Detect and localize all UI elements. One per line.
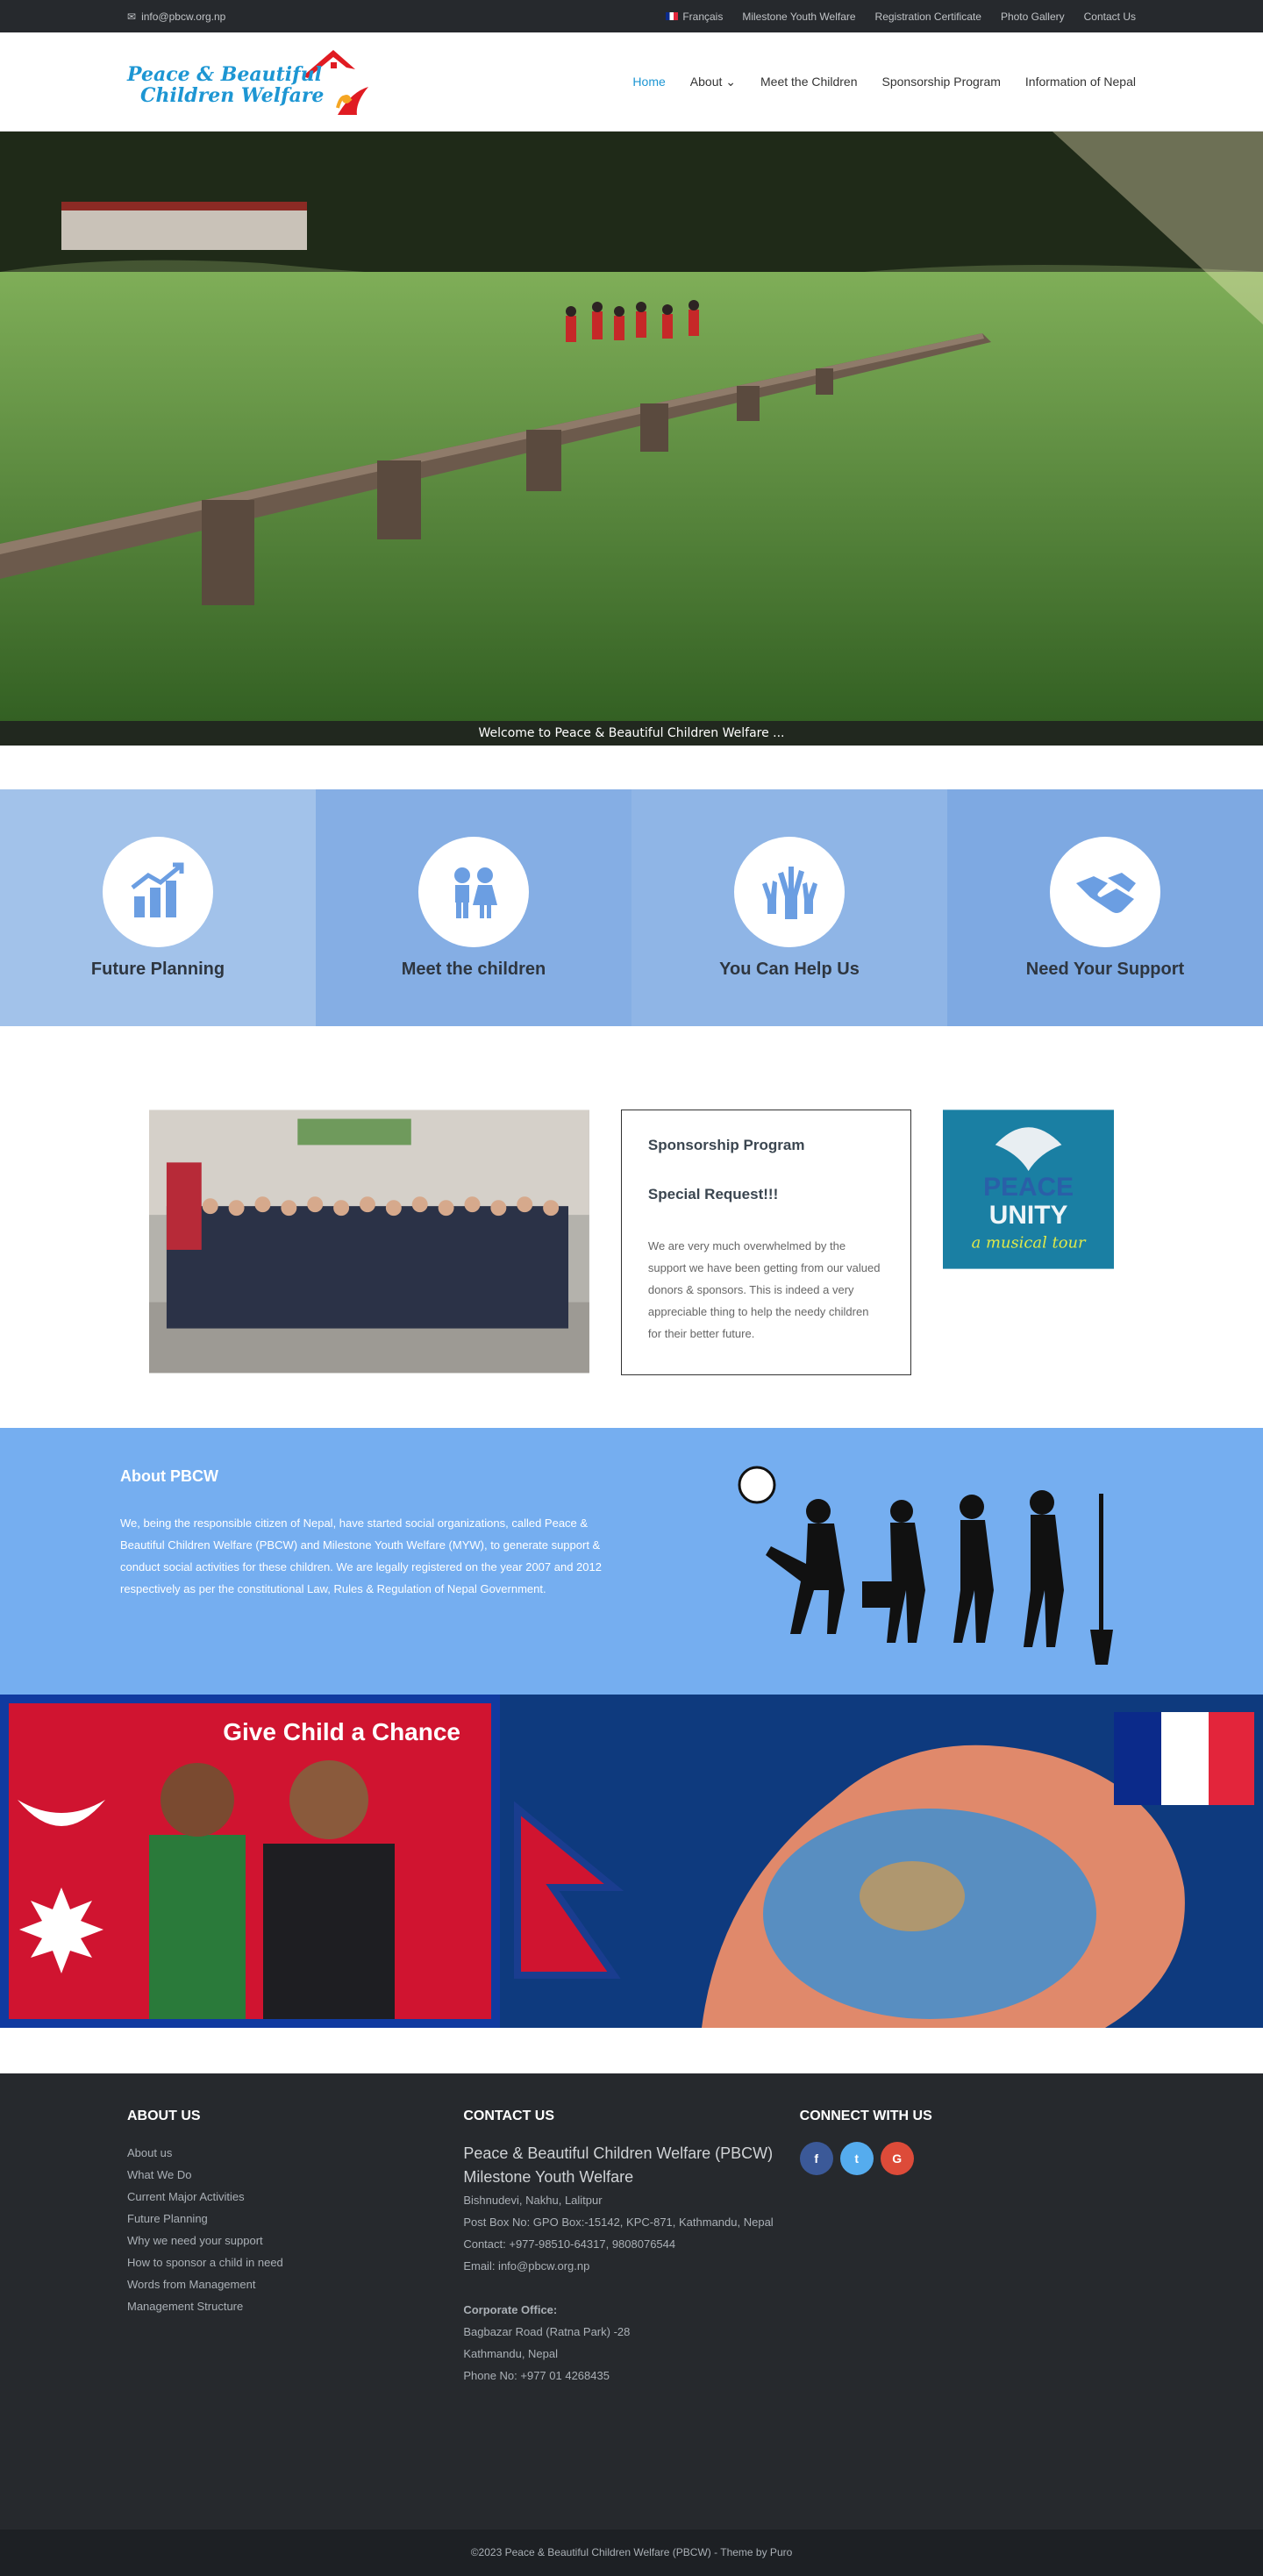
give-child-banner[interactable]: Give Child a Chance (0, 1695, 1263, 2028)
hands-icon (734, 836, 845, 947)
corporate-title: Corporate Office: (463, 2303, 558, 2316)
footer-link[interactable]: What We Do (127, 2164, 463, 2186)
nav-about-label: About (689, 74, 723, 89)
peace-line1: PEACE (983, 1173, 1074, 1202)
handshake-icon (1050, 836, 1160, 947)
corporate-address-2: Kathmandu, Nepal (463, 2347, 559, 2360)
org-name-1: Peace & Beautiful Children Welfare (PBCW… (463, 2144, 774, 2162)
po-box: Post Box No: GPO Box:-15142, KPC-871, Ka… (463, 2216, 774, 2229)
footer-link[interactable]: Management Structure (127, 2295, 463, 2317)
corporate-address-1: Bagbazar Road (Ratna Park) -28 (463, 2325, 631, 2338)
top-link-milestone[interactable]: Milestone Youth Welfare (742, 11, 855, 23)
highlights: Sponsorship Program Special Request!!! W… (0, 1026, 1263, 1428)
top-link-registration[interactable]: Registration Certificate (875, 11, 981, 23)
feature-title: You Can Help Us (719, 959, 860, 979)
top-link-label: Français (682, 10, 724, 23)
footer-link[interactable]: Current Major Activities (127, 2186, 463, 2208)
nav-about[interactable]: About ⌄ (690, 75, 736, 89)
nav-home[interactable]: Home (632, 75, 665, 89)
footer-contact: CONTACT US Peace & Beautiful Children We… (463, 2109, 799, 2530)
nav-meet-children[interactable]: Meet the Children (760, 75, 858, 89)
social-links: f t G (799, 2142, 1136, 2175)
footer-connect: CONNECT WITH US f t G (799, 2109, 1136, 2530)
about-title: About PBCW (120, 1467, 218, 1485)
footer-contact-title: CONTACT US (463, 2109, 555, 2123)
about-body: We, being the responsible citizen of Nep… (120, 1516, 602, 1595)
footer-about: ABOUT US About us What We Do Current Maj… (127, 2109, 463, 2530)
footer-link[interactable]: How to sponsor a child in need (127, 2251, 463, 2273)
site-header: Peace & Beautiful Children Welfare Home … (0, 32, 1263, 132)
copyright: ©2023 Peace & Beautiful Children Welfare… (0, 2530, 1263, 2576)
facebook-icon[interactable]: f (799, 2142, 833, 2175)
peace-unity-poster[interactable]: PEACE UNITY a musical tour (942, 1110, 1114, 1269)
feature-meet-children[interactable]: Meet the children (316, 789, 632, 1026)
feature-support[interactable]: Need Your Support (947, 789, 1263, 1026)
main-nav: Home About ⌄ Meet the Children Sponsorsh… (632, 75, 1136, 89)
footer-link[interactable]: Future Planning (127, 2208, 463, 2230)
about-section: About PBCW We, being the responsible cit… (0, 1428, 1263, 1695)
chevron-down-icon: ⌄ (725, 74, 736, 89)
google-plus-icon[interactable]: G (880, 2142, 914, 2175)
banner-text: Give Child a Chance (223, 1718, 460, 1745)
chart-icon (103, 836, 213, 947)
group-photo[interactable] (149, 1110, 589, 1374)
hero-slider[interactable]: Welcome to Peace & Beautiful Children We… (0, 132, 1263, 746)
site-logo[interactable]: Peace & Beautiful Children Welfare (127, 38, 399, 125)
sponsor-body: We are very much overwhelmed by the supp… (647, 1239, 881, 1340)
email-contact[interactable]: ✉ info@pbcw.org.np (127, 11, 225, 23)
footer-link[interactable]: About us (127, 2142, 463, 2164)
features-strip: Future Planning Meet the children You Ca… (0, 789, 1263, 1026)
address: Bishnudevi, Nakhu, Lalitpur (463, 2194, 603, 2207)
about-text: About PBCW We, being the responsible cit… (120, 1467, 611, 1695)
top-links: Français Milestone Youth Welfare Registr… (666, 11, 1136, 23)
top-link-francais[interactable]: Français (666, 11, 723, 23)
footer-link[interactable]: Words from Management (127, 2273, 463, 2295)
top-bar: ✉ info@pbcw.org.np Français Milestone Yo… (0, 0, 1263, 32)
feature-title: Meet the children (401, 959, 546, 979)
site-footer: ABOUT US About us What We Do Current Maj… (0, 2073, 1263, 2530)
nav-nepal-info[interactable]: Information of Nepal (1025, 75, 1136, 89)
children-icon (418, 836, 529, 947)
banner-image: Give Child a Chance (0, 1695, 1263, 2028)
peace-line3: a musical tour (971, 1234, 1086, 1252)
nav-sponsorship[interactable]: Sponsorship Program (882, 75, 1001, 89)
phone: Contact: +977-98510-64317, 9808076544 (463, 2237, 676, 2251)
sponsor-subtitle: Special Request!!! (647, 1186, 779, 1202)
top-link-gallery[interactable]: Photo Gallery (1001, 11, 1065, 23)
logo-text: Peace & Beautiful Children Welfare (127, 64, 324, 106)
footer-about-title: ABOUT US (127, 2109, 201, 2123)
envelope-icon: ✉ (127, 10, 137, 23)
twitter-icon[interactable]: t (839, 2142, 874, 2175)
corporate-phone: Phone No: +977 01 4268435 (463, 2369, 610, 2382)
sponsor-title: Sponsorship Program (647, 1137, 805, 1153)
email[interactable]: Email: info@pbcw.org.np (463, 2255, 799, 2277)
feature-title: Need Your Support (1025, 959, 1185, 979)
france-flag-icon (666, 12, 679, 20)
email-link[interactable]: info@pbcw.org.np (141, 11, 225, 23)
hero-image (0, 132, 1263, 746)
sponsorship-box[interactable]: Sponsorship Program Special Request!!! W… (620, 1110, 911, 1375)
footer-connect-title: CONNECT WITH US (799, 2109, 932, 2123)
logo-line1: Peace & Beautiful (127, 63, 322, 86)
children-silhouette-image (738, 1466, 1113, 1665)
feature-future-planning[interactable]: Future Planning (0, 789, 316, 1026)
logo-line2: Children Welfare (140, 84, 325, 107)
feature-title: Future Planning (90, 959, 225, 979)
footer-link[interactable]: Why we need your support (127, 2230, 463, 2251)
org-name-2: Milestone Youth Welfare (463, 2168, 634, 2186)
top-link-contact[interactable]: Contact Us (1084, 11, 1136, 23)
hero-caption: Welcome to Peace & Beautiful Children We… (0, 721, 1263, 746)
feature-help-us[interactable]: You Can Help Us (632, 789, 947, 1026)
peace-line2: UNITY (989, 1201, 1068, 1230)
